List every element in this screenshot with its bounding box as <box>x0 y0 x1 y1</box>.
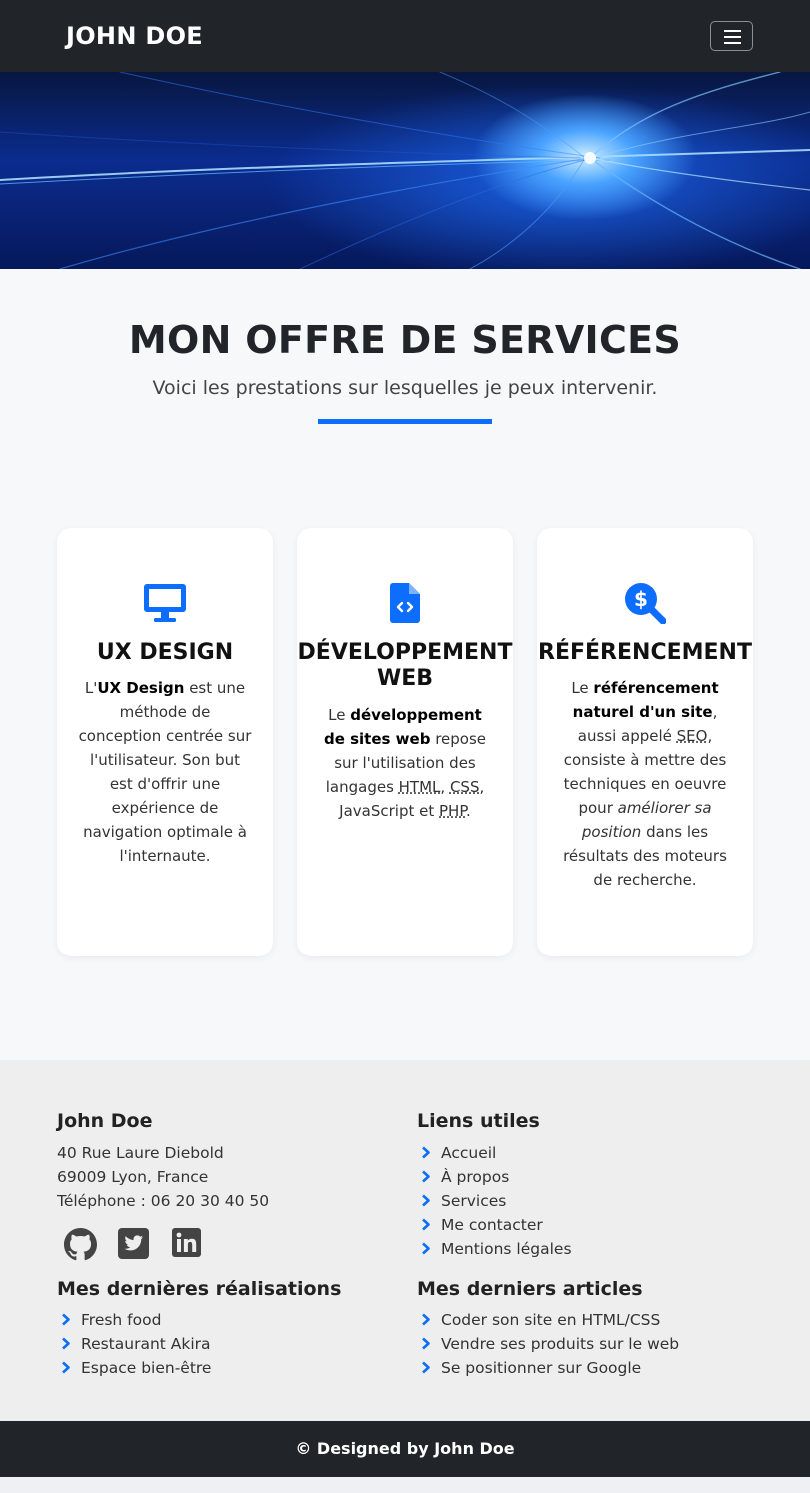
file-code-icon <box>297 582 513 628</box>
chevron-right-icon <box>421 1213 441 1237</box>
chevron-right-icon <box>421 1356 441 1380</box>
service-card-web-development: DÉVELOPPEMENT WEB Le développement de sit… <box>297 528 513 956</box>
services-title: MON OFFRE DE SERVICES <box>128 318 682 362</box>
works-title: Mes dernières réalisations <box>57 1278 342 1300</box>
works-list: Fresh food Restaurant Akira Espace bien-… <box>61 1308 211 1380</box>
list-item[interactable]: Restaurant Akira <box>61 1332 211 1356</box>
chevron-right-icon <box>61 1308 81 1332</box>
github-icon[interactable] <box>64 1228 97 1265</box>
linkedin-icon[interactable] <box>172 1228 201 1261</box>
navbar: JOHN DOE <box>0 0 810 72</box>
chevron-right-icon <box>421 1141 441 1165</box>
card-text: L'UX Design est une méthode de conceptio… <box>78 679 252 865</box>
address-line: 40 Rue Laure Diebold <box>57 1144 224 1162</box>
list-item[interactable]: Accueil <box>421 1141 572 1165</box>
service-card-ux-design: UX DESIGN L'UX Design est une méthode de… <box>57 528 273 956</box>
articles-list: Coder son site en HTML/CSS Vendre ses pr… <box>421 1308 679 1380</box>
list-item[interactable]: Vendre ses produits sur le web <box>421 1332 679 1356</box>
twitter-icon[interactable] <box>118 1228 149 1263</box>
list-item[interactable]: Se positionner sur Google <box>421 1356 679 1380</box>
articles-title: Mes derniers articles <box>417 1278 643 1300</box>
chevron-right-icon <box>421 1237 441 1261</box>
list-item[interactable]: Fresh food <box>61 1308 211 1332</box>
hamburger-menu-icon-bar <box>724 42 741 44</box>
hamburger-menu-icon <box>724 30 741 32</box>
list-item[interactable]: Espace bien-être <box>61 1356 211 1380</box>
contact-title: John Doe <box>57 1110 153 1132</box>
useful-links-list: Accueil À propos Services Me contacter M… <box>421 1141 572 1261</box>
list-item[interactable]: Coder son site en HTML/CSS <box>421 1308 679 1332</box>
services-section: MON OFFRE DE SERVICES Voici les prestati… <box>0 269 810 1060</box>
address-line: 69009 Lyon, France <box>57 1168 209 1186</box>
title-divider <box>318 419 492 424</box>
links-title: Liens utiles <box>417 1110 540 1132</box>
copyright-bar: © Designed by John Doe <box>0 1421 810 1477</box>
desktop-monitor-icon <box>57 582 273 628</box>
search-dollar-icon: $ <box>537 582 753 628</box>
services-subtitle: Voici les prestations sur lesquelles je … <box>152 377 658 399</box>
hero-banner <box>0 72 810 269</box>
chevron-right-icon <box>421 1189 441 1213</box>
card-title: UX DESIGN <box>96 640 234 665</box>
card-title: RÉFÉRENCEMENT <box>538 640 752 665</box>
list-item[interactable]: Me contacter <box>421 1213 572 1237</box>
phone: Téléphone : 06 20 30 40 50 <box>57 1192 270 1210</box>
hamburger-menu-icon-bar <box>724 36 741 38</box>
footer: John Doe 40 Rue Laure Diebold 69009 Lyon… <box>0 1060 810 1421</box>
service-card-seo: $ RÉFÉRENCEMENT Le référencement naturel… <box>537 528 753 956</box>
card-text: Le développement de sites web repose sur… <box>323 706 487 820</box>
chevron-right-icon <box>421 1332 441 1356</box>
light-streaks-image <box>0 72 810 269</box>
card-text: Le référencement naturel d'un site, auss… <box>563 679 727 889</box>
list-item[interactable]: Mentions légales <box>421 1237 572 1261</box>
menu-toggle-button[interactable] <box>710 21 753 51</box>
list-item[interactable]: À propos <box>421 1165 572 1189</box>
brand-link[interactable]: JOHN DOE <box>66 20 203 52</box>
svg-text:$: $ <box>634 587 648 611</box>
chevron-right-icon <box>61 1356 81 1380</box>
chevron-right-icon <box>61 1332 81 1356</box>
list-item[interactable]: Services <box>421 1189 572 1213</box>
card-title: DÉVELOPPEMENT WEB <box>297 640 513 691</box>
chevron-right-icon <box>421 1308 441 1332</box>
chevron-right-icon <box>421 1165 441 1189</box>
